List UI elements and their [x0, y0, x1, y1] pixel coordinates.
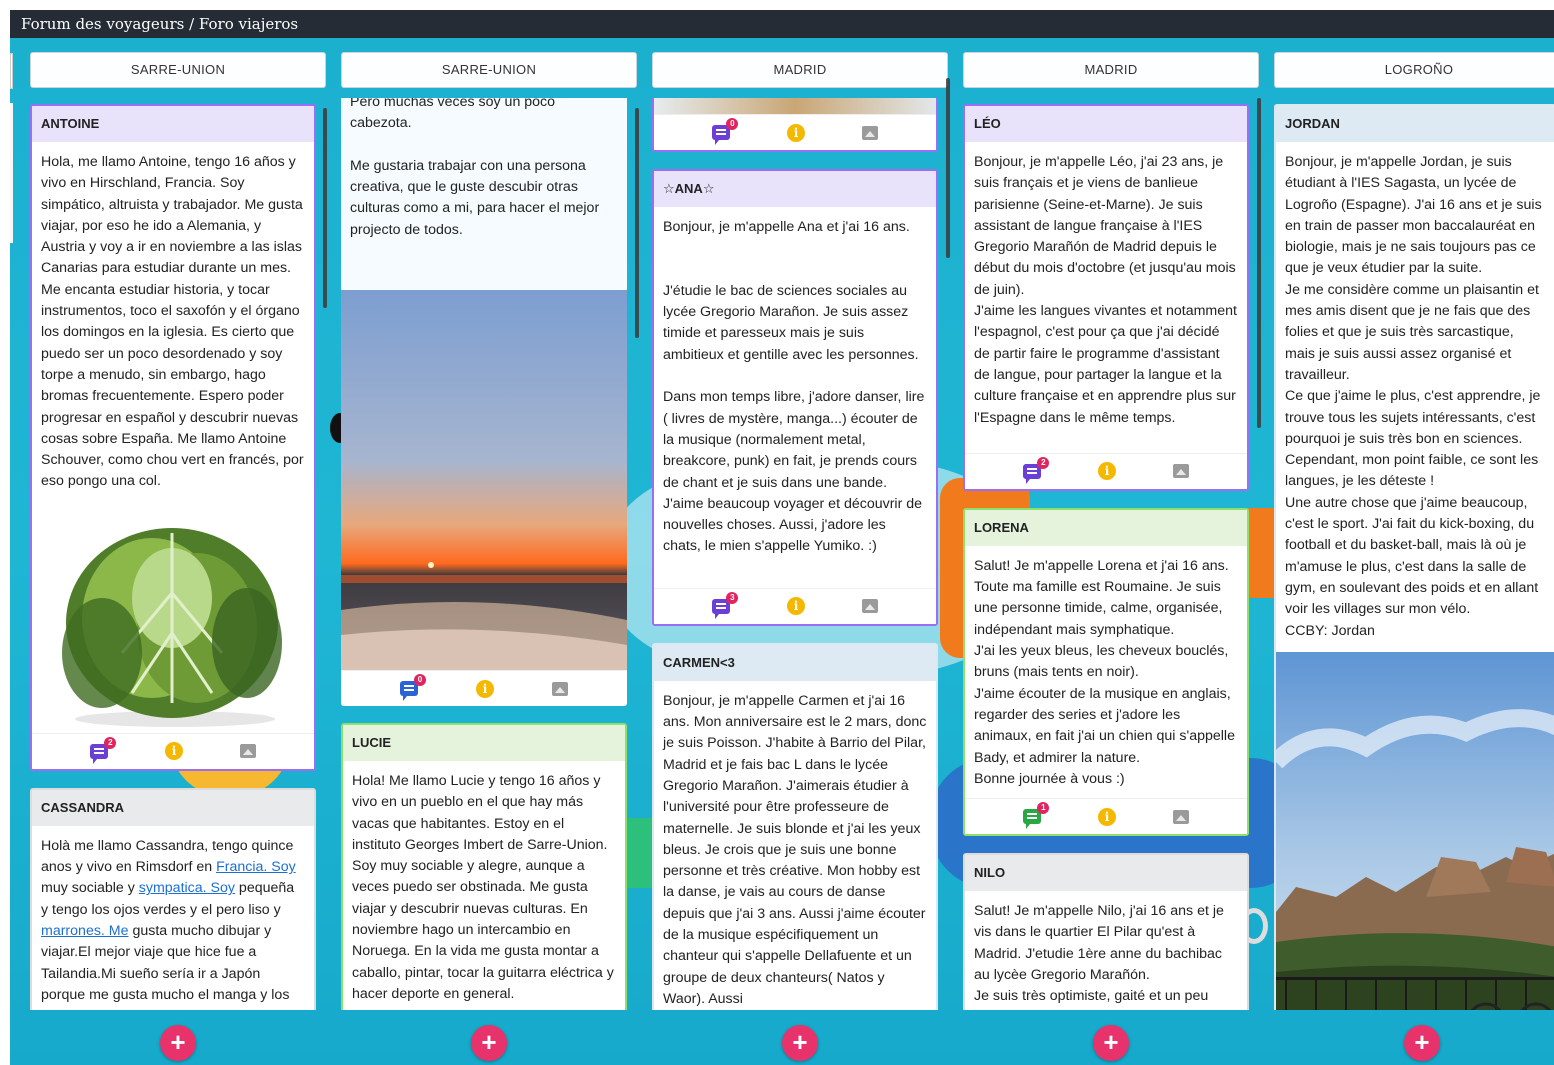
post-body: Holà me llamo Cassandra, tengo quince an… — [32, 826, 314, 1010]
post-actions: 2 i — [32, 732, 314, 769]
post-author: CASSANDRA — [32, 789, 314, 826]
add-post-button[interactable]: + — [160, 1025, 196, 1061]
comment-icon[interactable]: 1 — [1023, 802, 1050, 830]
post-author: ANTOINE — [32, 106, 314, 142]
post-body: Bonjour, je m'appelle Ana et j'ai 16 ans… — [663, 219, 925, 555]
column-logrono: LOGROÑO JORDAN Bonjour, je m'appelle Jor… — [1274, 38, 1554, 1065]
column-scroll-area[interactable]: Pero muchas veces soy un poco cabezota. … — [341, 98, 637, 1010]
post-card-lorena[interactable]: LORENA Salut! Je m'appelle Lorena et j'a… — [963, 507, 1249, 837]
info-icon[interactable]: i — [164, 742, 183, 761]
post-actions: 0 i — [341, 670, 627, 706]
comment-count-badge: 1 — [1037, 802, 1050, 815]
column-scroll-area[interactable]: ANTOINE Hola, me llamo Antoine, tengo 16… — [30, 98, 326, 1010]
cabbage-image — [32, 502, 314, 733]
image-icon[interactable] — [239, 744, 256, 759]
column-scroll-area[interactable]: LÉO Bonjour, je m'appelle Léo, j'ai 23 a… — [963, 98, 1259, 1010]
post-author: ☆ANA☆ — [654, 171, 936, 207]
info-icon[interactable]: i — [786, 597, 805, 616]
comment-icon[interactable]: 2 — [90, 736, 117, 764]
post-body: Hola, me llamo Antoine, tengo 16 años y … — [41, 154, 304, 490]
post-text: muy sociable y — [41, 880, 139, 897]
comment-icon[interactable]: 0 — [400, 674, 426, 701]
post-body: Bonjour, je m'appelle Jordan, je suis ét… — [1285, 154, 1542, 639]
post-author: JORDAN — [1276, 106, 1554, 142]
column-madrid-2: MADRID LÉO Bonjour, je m'appelle Léo, j'… — [963, 38, 1261, 1065]
post-card-leo[interactable]: LÉO Bonjour, je m'appelle Léo, j'ai 23 a… — [963, 104, 1249, 491]
link-marrones[interactable]: marrones. Me — [41, 923, 129, 939]
post-author: LÉO — [965, 106, 1247, 142]
add-post-button[interactable]: + — [782, 1025, 818, 1061]
add-post-button[interactable]: + — [471, 1025, 507, 1061]
board: SARRE-UNION ANTOINE Hola, me llamo Antoi… — [10, 38, 1554, 1065]
post-body: Bonjour, je m'appelle Léo, j'ai 23 ans, … — [974, 154, 1237, 426]
link-francia[interactable]: Francia. Soy — [216, 859, 296, 875]
column-header[interactable]: SARRE-UNION — [30, 52, 326, 88]
comment-icon[interactable]: 2 — [1023, 456, 1050, 484]
post-card-carmen[interactable]: CARMEN<3 Bonjour, je m'appelle Carmen et… — [652, 642, 938, 1010]
column-sarre-union-1: SARRE-UNION ANTOINE Hola, me llamo Antoi… — [30, 38, 327, 1065]
post-actions: 2 i — [965, 452, 1247, 489]
comment-icon[interactable]: 3 — [712, 591, 739, 619]
column-sarre-union-2: SARRE-UNION Pero muchas veces soy un poc… — [341, 38, 639, 1065]
app-frame: Forum des voyageurs / Foro viajeros SARR… — [10, 10, 1554, 1065]
info-icon[interactable]: i — [786, 123, 805, 142]
post-body: Hola! Me llamo Lucie y tengo 16 años y v… — [352, 773, 614, 1002]
post-card-lucie[interactable]: LUCIE Hola! Me llamo Lucie y tengo 16 añ… — [341, 723, 627, 1010]
offscreen-column-card — [10, 103, 13, 243]
column-header[interactable]: LOGROÑO — [1274, 52, 1554, 88]
column-scroll-area[interactable]: JORDAN Bonjour, je m'appelle Jordan, je … — [1274, 98, 1554, 1010]
comment-count-badge: 0 — [726, 118, 739, 130]
post-body: Salut! Je m'appelle Nilo, j'ai 16 ans et… — [974, 903, 1224, 1005]
post-card-nilo[interactable]: NILO Salut! Je m'appelle Nilo, j'ai 16 a… — [963, 853, 1249, 1010]
column-scroll-area[interactable]: 0 i ☆ANA☆ Bonjour, je m'appelle Ana et j… — [652, 98, 948, 1010]
post-author: CARMEN<3 — [654, 644, 936, 681]
image-icon[interactable] — [1172, 809, 1189, 824]
mountain-landscape-image — [1276, 651, 1554, 1010]
column-scrollbar[interactable] — [635, 108, 639, 338]
link-sympatica[interactable]: sympatica. Soy — [139, 880, 235, 896]
column-header[interactable]: SARRE-UNION — [341, 52, 637, 88]
column-header[interactable]: MADRID — [652, 52, 948, 88]
post-body: Pero muchas veces soy un poco cabezota. … — [341, 98, 627, 290]
post-author: LORENA — [965, 509, 1247, 546]
post-body: Bonjour, je m'appelle Carmen et j'ai 16 … — [663, 692, 927, 1007]
post-body: Salut! Je m'appelle Lorena et j'ai 16 an… — [974, 557, 1235, 787]
post-image — [654, 98, 936, 114]
post-card-ana[interactable]: ☆ANA☆ Bonjour, je m'appelle Ana et j'ai … — [652, 169, 938, 626]
post-card-antoine[interactable]: ANTOINE Hola, me llamo Antoine, tengo 16… — [30, 104, 316, 771]
comment-count-badge: 2 — [104, 736, 117, 749]
info-icon[interactable]: i — [1097, 462, 1116, 481]
post-card-continued[interactable]: Pero muchas veces soy un poco cabezota. … — [341, 98, 627, 706]
post-author: LUCIE — [343, 725, 625, 761]
add-post-button[interactable]: + — [1093, 1025, 1129, 1061]
image-icon[interactable] — [861, 599, 878, 614]
page-title: Forum des voyageurs / Foro viajeros — [10, 10, 1554, 38]
post-card-jordan[interactable]: JORDAN Bonjour, je m'appelle Jordan, je … — [1274, 104, 1554, 1010]
offscreen-column-header — [10, 53, 13, 89]
info-icon[interactable]: i — [1097, 807, 1116, 826]
post-actions: 1 i — [965, 798, 1247, 835]
column-madrid-1: MADRID 0 i ☆ANA☆ Bonjour, je m'appelle A… — [652, 38, 950, 1065]
post-actions: 3 i — [654, 587, 936, 624]
post-card-image-top[interactable]: 0 i — [652, 98, 938, 152]
image-icon[interactable] — [1172, 464, 1189, 479]
post-author: NILO — [965, 855, 1247, 892]
image-icon[interactable] — [552, 681, 568, 696]
image-icon[interactable] — [861, 125, 878, 140]
add-post-button[interactable]: + — [1404, 1025, 1440, 1061]
column-header[interactable]: MADRID — [963, 52, 1259, 88]
comment-icon[interactable]: 0 — [712, 118, 739, 145]
comment-count-badge: 3 — [726, 591, 739, 604]
comment-count-badge: 0 — [414, 674, 426, 686]
comment-count-badge: 2 — [1037, 456, 1050, 469]
column-scrollbar[interactable] — [946, 78, 950, 258]
post-actions: 0 i — [654, 114, 936, 150]
column-scrollbar[interactable] — [323, 108, 327, 308]
post-card-cassandra[interactable]: CASSANDRA Holà me llamo Cassandra, tengo… — [30, 787, 316, 1010]
info-icon[interactable]: i — [476, 679, 494, 698]
column-scrollbar[interactable] — [1257, 98, 1261, 428]
sunset-beach-image — [341, 290, 627, 670]
